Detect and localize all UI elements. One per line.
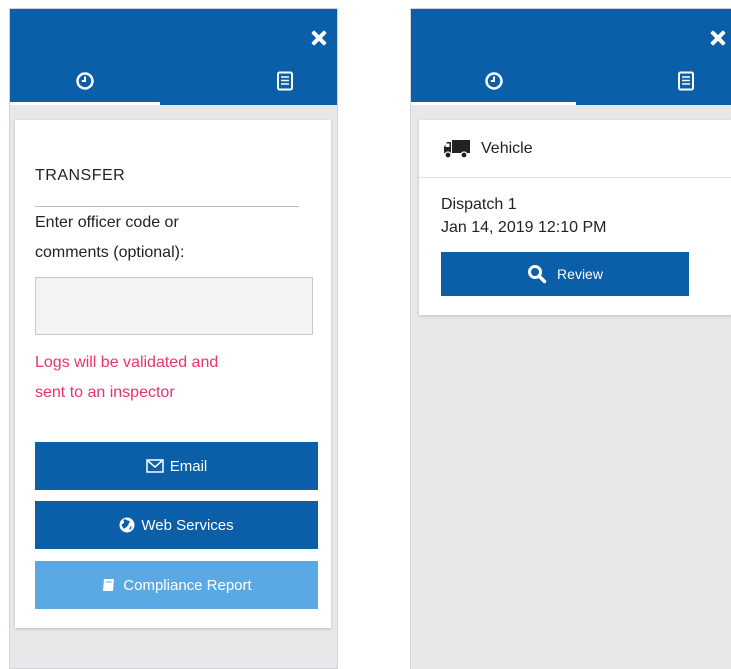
title-divider	[35, 206, 299, 207]
review-button[interactable]: Review	[441, 252, 689, 296]
clock-icon	[76, 72, 94, 90]
web-services-button[interactable]: Web Services	[35, 501, 318, 549]
close-icon[interactable]	[308, 27, 330, 49]
panel-header	[411, 9, 731, 105]
report-icon	[103, 579, 115, 591]
prompt-line-2: comments (optional):	[35, 244, 185, 261]
vehicle-card: Vehicle Dispatch 1 Jan 14, 2019 12:10 PM…	[419, 120, 731, 315]
review-button-label: Review	[557, 266, 603, 282]
warning-line-2: sent to an inspector	[35, 384, 175, 401]
transfer-panel: TRANSFER Enter officer code or comments …	[9, 8, 338, 669]
web-services-button-label: Web Services	[141, 516, 234, 534]
tab-documents[interactable]	[210, 61, 337, 105]
envelope-icon	[145, 459, 164, 473]
document-icon	[277, 71, 293, 91]
warning-line-1: Logs will be validated and	[35, 354, 219, 371]
vehicle-section-title: Vehicle	[481, 139, 533, 157]
vehicle-panel: Vehicle Dispatch 1 Jan 14, 2019 12:10 PM…	[410, 8, 731, 669]
globe-icon	[119, 517, 135, 533]
transfer-title: TRANSFER	[35, 167, 126, 184]
officer-code-input[interactable]	[35, 277, 313, 335]
dispatch-time: Jan 14, 2019 12:10 PM	[441, 219, 607, 236]
prompt-line-1: Enter officer code or	[35, 214, 179, 231]
email-button-label: Email	[169, 457, 208, 475]
tab-documents[interactable]	[611, 61, 731, 105]
search-icon	[528, 265, 547, 284]
truck-icon	[444, 139, 470, 159]
email-button[interactable]: Email	[35, 442, 318, 490]
tab-history[interactable]	[411, 61, 576, 105]
transfer-card: TRANSFER Enter officer code or comments …	[15, 120, 331, 628]
validation-warning: Logs will be validated and sent to an in…	[35, 348, 315, 408]
compliance-report-button[interactable]: Compliance Report	[35, 561, 318, 609]
tab-history[interactable]	[10, 61, 160, 105]
document-icon	[678, 71, 694, 91]
clock-icon	[484, 72, 503, 90]
officer-code-prompt: Enter officer code or comments (optional…	[35, 208, 305, 268]
close-icon[interactable]	[707, 27, 729, 49]
dispatch-name: Dispatch 1	[441, 196, 517, 213]
compliance-report-button-label: Compliance Report	[123, 576, 252, 594]
panel-header	[10, 9, 337, 105]
vehicle-section-header: Vehicle	[419, 120, 731, 178]
